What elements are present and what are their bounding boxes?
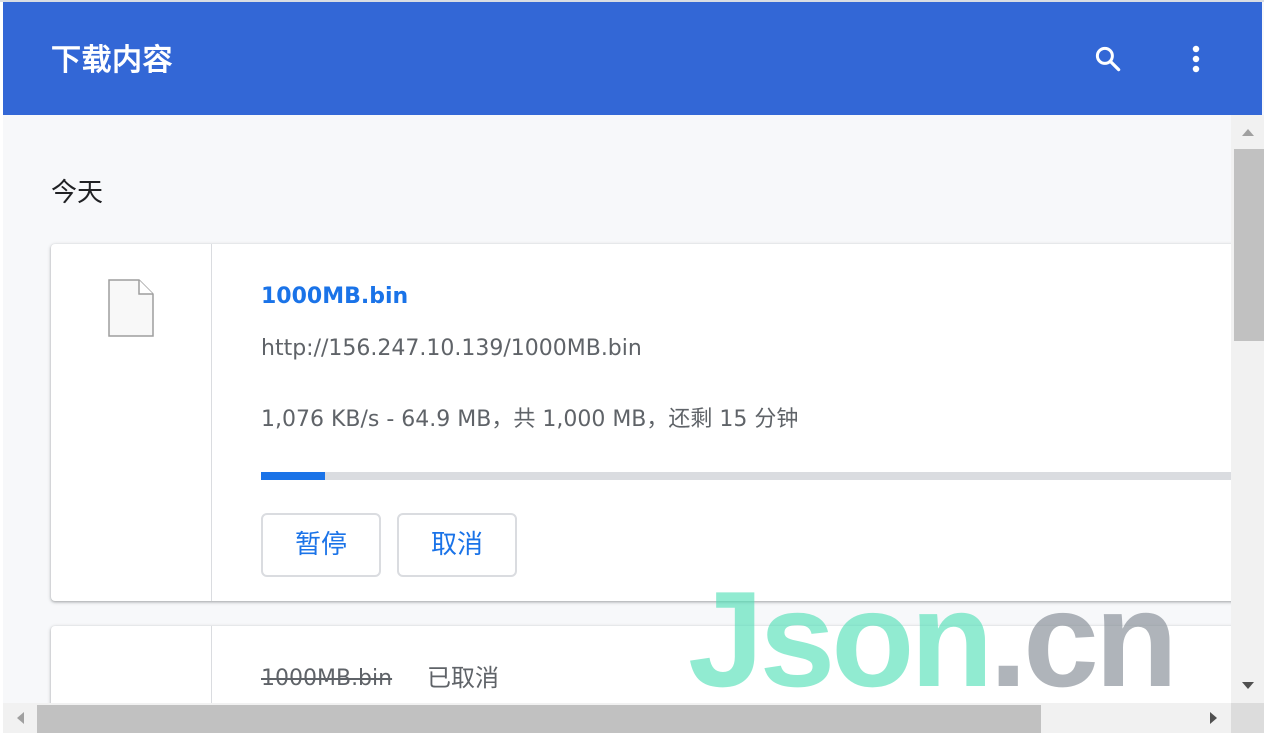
scroll-left-arrow-icon[interactable] bbox=[3, 703, 37, 733]
vertical-scroll-thumb[interactable] bbox=[1234, 149, 1264, 341]
downloads-list: 今天 1000MB.bin http://156.247.10.139/1000… bbox=[3, 115, 1231, 703]
card-divider bbox=[211, 244, 212, 601]
cancelled-file-name: 1000MB.bin bbox=[261, 666, 393, 691]
search-icon bbox=[1095, 46, 1121, 72]
search-button[interactable] bbox=[1086, 37, 1130, 81]
more-vert-icon bbox=[1192, 45, 1200, 73]
downloads-toolbar: 下载内容 bbox=[3, 2, 1262, 115]
file-name-link[interactable]: 1000MB.bin bbox=[261, 282, 408, 312]
pause-button[interactable]: 暂停 bbox=[261, 513, 381, 577]
scroll-up-arrow-icon[interactable] bbox=[1231, 115, 1264, 149]
horizontal-scroll-thumb[interactable] bbox=[37, 705, 1041, 733]
progress-bar-fill bbox=[261, 472, 325, 480]
cancel-button[interactable]: 取消 bbox=[397, 513, 517, 577]
vertical-scrollbar[interactable] bbox=[1231, 115, 1264, 703]
download-url[interactable]: http://156.247.10.139/1000MB.bin bbox=[261, 334, 642, 364]
file-icon bbox=[107, 278, 155, 338]
cancelled-status: 已取消 bbox=[427, 664, 499, 692]
page-title: 下载内容 bbox=[51, 43, 173, 78]
scroll-right-arrow-icon[interactable] bbox=[1197, 703, 1231, 733]
progress-bar bbox=[261, 472, 1231, 480]
scroll-down-arrow-icon[interactable] bbox=[1231, 669, 1264, 703]
download-status: 1,076 KB/s - 64.9 MB，共 1,000 MB，还剩 15 分钟 bbox=[261, 407, 799, 432]
scrollbar-corner bbox=[1231, 703, 1264, 733]
card-divider bbox=[211, 626, 212, 703]
date-section-label: 今天 bbox=[51, 178, 104, 208]
download-item: 1000MB.bin http://156.247.10.139/1000MB.… bbox=[51, 244, 1231, 601]
download-item: 1000MB.bin 已取消 bbox=[51, 626, 1231, 703]
more-options-button[interactable] bbox=[1174, 37, 1218, 81]
horizontal-scrollbar[interactable] bbox=[3, 703, 1231, 733]
